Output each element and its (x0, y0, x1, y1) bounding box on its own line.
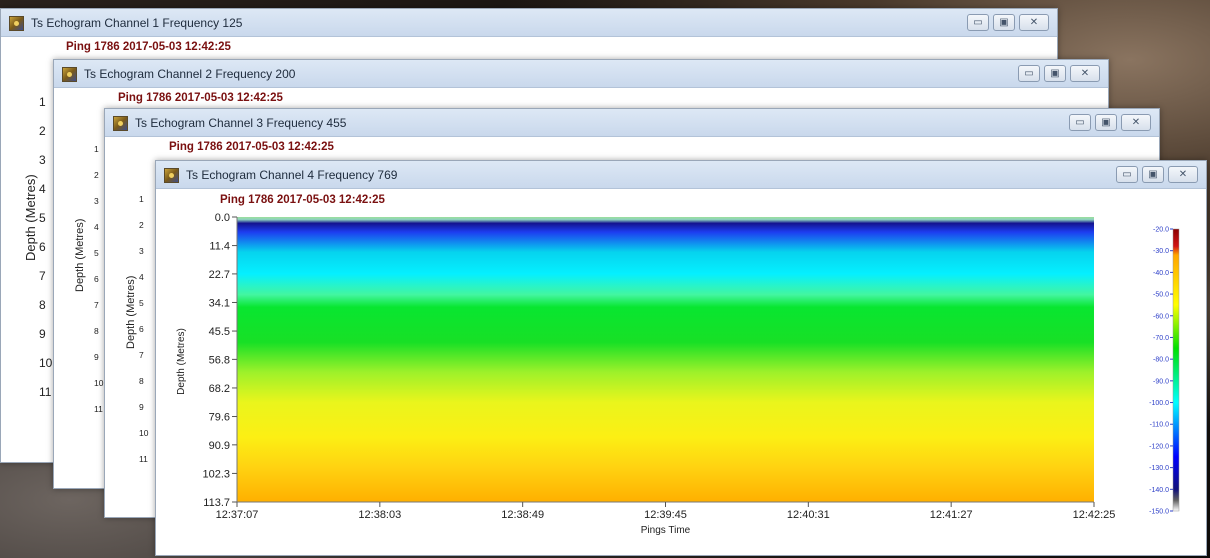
y-tick-label: 2 (39, 124, 46, 138)
y-tick-label: 11 (39, 385, 52, 399)
colorbar-tick-label: -130.0 (1149, 465, 1169, 472)
y-tick-label: 90.9 (209, 440, 230, 452)
colorbar-tick-label: -50.0 (1153, 292, 1169, 299)
minimize-button[interactable]: ▭ (1018, 65, 1040, 82)
x-tick-label: 12:39:45 (644, 509, 687, 521)
y-tick-label: 4 (139, 272, 144, 282)
y-tick-label: 4 (94, 222, 99, 232)
colorbar-tick-label: -100.0 (1149, 400, 1169, 407)
colorbar-tick-label: -40.0 (1153, 270, 1169, 277)
y-tick-label: 7 (39, 269, 46, 283)
y-tick-label: 4 (39, 182, 46, 196)
y-tick-label: 1 (139, 194, 144, 204)
ping-info: Ping 1786 2017-05-03 12:42:25 (66, 41, 231, 53)
window-title: Ts Echogram Channel 2 Frequency 200 (84, 67, 296, 81)
colorbar-tick-label: -140.0 (1149, 487, 1169, 494)
y-tick-label: 1 (94, 144, 99, 154)
x-axis-title: Pings Time (641, 525, 691, 536)
x-tick-label: 12:42:25 (1073, 509, 1116, 521)
colorbar-tick-label: -120.0 (1149, 443, 1169, 450)
close-button[interactable]: ✕ (1121, 114, 1151, 131)
y-tick-label: 113.7 (203, 497, 230, 509)
y-tick-label: 5 (94, 248, 99, 258)
x-tick-label: 12:41:27 (930, 509, 973, 521)
x-tick-label: 12:40:31 (787, 509, 830, 521)
y-tick-label: 10 (39, 356, 53, 370)
y-tick-label: 102.3 (202, 468, 230, 480)
maximize-button[interactable]: ▣ (1095, 114, 1117, 131)
y-tick-label: 7 (139, 350, 144, 360)
y-tick-label: 3 (139, 246, 144, 256)
y-tick-label: 9 (94, 352, 99, 362)
minimize-button[interactable]: ▭ (967, 14, 989, 31)
y-tick-label: 10 (139, 428, 149, 438)
echogram-heatmap (237, 217, 1094, 502)
y-tick-label: 3 (39, 153, 46, 167)
y-tick-label: 68.2 (209, 383, 230, 395)
title-bar[interactable]: Ts Echogram Channel 2 Frequency 200 ▭ ▣ … (54, 60, 1108, 88)
app-icon (62, 67, 77, 82)
y-tick-label: 1 (39, 95, 46, 109)
title-bar[interactable]: Ts Echogram Channel 3 Frequency 455 ▭ ▣ … (105, 109, 1159, 137)
y-tick-label: 5 (39, 211, 46, 225)
close-button[interactable]: ✕ (1019, 14, 1049, 31)
y-axis-label: Depth (Metres) (125, 275, 137, 349)
colorbar-tick-label: -30.0 (1153, 248, 1169, 255)
y-tick-label: 5 (139, 298, 144, 308)
y-tick-label: 0.0 (215, 212, 230, 224)
y-tick-label: 34.1 (209, 297, 230, 309)
y-tick-label: 45.5 (209, 326, 230, 338)
y-tick-label: 6 (94, 274, 99, 284)
y-tick-label: 11.4 (209, 241, 230, 253)
colorbar-tick-label: -70.0 (1153, 335, 1169, 342)
y-tick-label: 7 (94, 300, 99, 310)
x-tick-label: 12:37:07 (216, 509, 259, 521)
y-axis-label: Depth (Metres) (23, 174, 38, 261)
app-icon (9, 16, 24, 31)
y-tick-label: 2 (94, 170, 99, 180)
colorbar-tick-label: -90.0 (1153, 378, 1169, 385)
y-tick-label: 10 (94, 378, 104, 388)
colorbar-tick-label: -60.0 (1153, 313, 1169, 320)
y-tick-label: 9 (139, 402, 144, 412)
y-axis-label: Depth (Metres) (74, 218, 86, 292)
title-bar[interactable]: Ts Echogram Channel 1 Frequency 125 ▭ ▣ … (1, 9, 1057, 37)
y-tick-label: 6 (39, 240, 46, 254)
x-tick-label: 12:38:49 (501, 509, 544, 521)
echogram-chart[interactable]: 0.0 11.4 22.7 34.1 45.5 56.8 68.2 79.6 90.9 102.3… (156, 161, 1206, 555)
y-axis-title: Depth (Metres) (176, 328, 187, 395)
app-icon (113, 116, 128, 131)
colorbar-tick-label: -20.0 (1153, 227, 1169, 234)
y-tick-label: 11 (94, 404, 103, 414)
maximize-button[interactable]: ▣ (1044, 65, 1066, 82)
y-tick-label: 6 (139, 324, 144, 334)
colorbar-tick-label: -110.0 (1150, 422, 1169, 429)
colorbar (1172, 228, 1180, 512)
y-tick-label: 8 (39, 298, 46, 312)
window-title: Ts Echogram Channel 1 Frequency 125 (31, 16, 243, 30)
y-tick-label: 8 (94, 326, 99, 336)
y-tick-label: 79.6 (209, 412, 230, 424)
y-tick-label: 9 (39, 327, 46, 341)
y-tick-label: 8 (139, 376, 144, 386)
minimize-button[interactable]: ▭ (1069, 114, 1091, 131)
y-tick-label: 22.7 (209, 269, 230, 281)
y-tick-label: 3 (94, 196, 99, 206)
ping-info: Ping 1786 2017-05-03 12:42:25 (169, 141, 334, 153)
window-title: Ts Echogram Channel 3 Frequency 455 (135, 116, 347, 130)
colorbar-tick-label: -80.0 (1153, 357, 1169, 364)
maximize-button[interactable]: ▣ (993, 14, 1015, 31)
ping-info: Ping 1786 2017-05-03 12:42:25 (118, 92, 283, 104)
colorbar-tick-label: -150.0 (1149, 509, 1169, 516)
y-tick-label: 2 (139, 220, 144, 230)
echogram-window-channel-4[interactable]: Ts Echogram Channel 4 Frequency 769 ▭ ▣ … (155, 160, 1207, 556)
y-tick-label: 56.8 (209, 354, 230, 366)
y-tick-label: 11 (139, 454, 148, 464)
close-button[interactable]: ✕ (1070, 65, 1100, 82)
x-tick-label: 12:38:03 (358, 509, 401, 521)
